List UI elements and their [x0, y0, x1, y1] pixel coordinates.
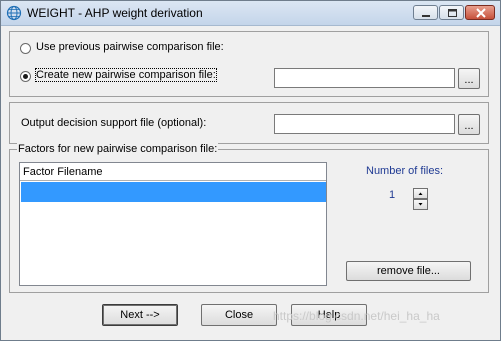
output-file-input[interactable] — [274, 114, 455, 134]
list-row-selected[interactable] — [21, 182, 326, 202]
use-previous-label[interactable]: Use previous pairwise comparison file: — [36, 41, 224, 53]
minimize-button[interactable] — [413, 5, 438, 20]
dialog-window: WEIGHT - AHP weight derivation Use previ… — [0, 0, 501, 341]
pairwise-file-input[interactable] — [274, 68, 455, 88]
remove-file-button[interactable]: remove file... — [346, 261, 471, 281]
create-new-radio[interactable] — [20, 71, 31, 82]
spin-down-button[interactable] — [413, 199, 428, 210]
use-previous-radio[interactable] — [20, 43, 31, 54]
close-button[interactable]: Close — [201, 304, 277, 326]
radio-selected-dot — [23, 74, 28, 79]
spin-up-button[interactable] — [413, 188, 428, 199]
number-of-files-value: 1 — [389, 189, 396, 201]
output-file-label: Output decision support file (optional): — [21, 117, 207, 129]
minimize-icon — [422, 15, 430, 17]
globe-icon — [6, 5, 22, 21]
factor-file-list[interactable]: Factor Filename — [19, 162, 327, 286]
list-column-header[interactable]: Factor Filename — [20, 163, 326, 181]
next-button[interactable]: Next --> — [102, 304, 178, 326]
close-icon — [476, 8, 486, 18]
window-title: WEIGHT - AHP weight derivation — [27, 6, 203, 20]
factors-group-label: Factors for new pairwise comparison file… — [17, 143, 219, 155]
title-bar[interactable]: WEIGHT - AHP weight derivation — [1, 1, 500, 26]
maximize-button[interactable] — [439, 5, 464, 20]
create-new-label[interactable]: Create new pairwise comparison file: — [35, 68, 217, 82]
close-window-button[interactable] — [465, 5, 495, 20]
number-of-files-label: Number of files: — [366, 165, 444, 177]
output-browse-button[interactable]: ... — [458, 114, 480, 135]
factor-filename-header: Factor Filename — [23, 166, 103, 178]
pairwise-browse-button[interactable]: ... — [458, 68, 480, 89]
watermark-text: https://blog.csdn.net/hei_ha_ha — [273, 309, 440, 323]
maximize-icon — [448, 9, 457, 17]
spin-down-icon — [418, 203, 423, 206]
spin-up-icon — [418, 192, 423, 195]
